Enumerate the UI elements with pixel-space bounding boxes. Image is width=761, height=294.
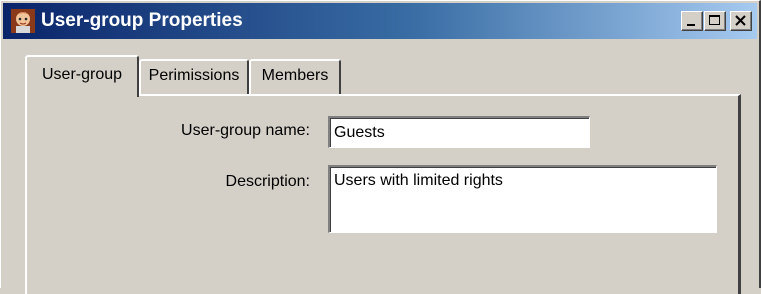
description-label: Description: [225, 173, 310, 190]
minimize-icon [687, 24, 695, 26]
window-title: User-group Properties [41, 10, 243, 31]
user-group-name-input[interactable] [328, 116, 590, 148]
maximize-button[interactable] [704, 11, 726, 31]
tab-user-group[interactable]: User-group [25, 55, 139, 97]
close-button[interactable] [730, 11, 752, 31]
tab-members[interactable]: Members [249, 59, 341, 94]
minimize-button[interactable] [681, 11, 703, 31]
title-bar[interactable]: User-group Properties [3, 3, 757, 39]
user-group-icon[interactable] [11, 9, 35, 33]
maximize-icon [709, 15, 720, 25]
properties-window: User-group Properties User-group Perimis… [0, 0, 761, 294]
close-icon [735, 15, 746, 26]
tab-panel: User-group name: Description: Users with… [25, 94, 741, 294]
tab-permissions[interactable]: Perimissions [139, 59, 249, 94]
description-input[interactable]: Users with limited rights [328, 165, 717, 233]
user-group-name-label: User-group name: [181, 122, 310, 139]
